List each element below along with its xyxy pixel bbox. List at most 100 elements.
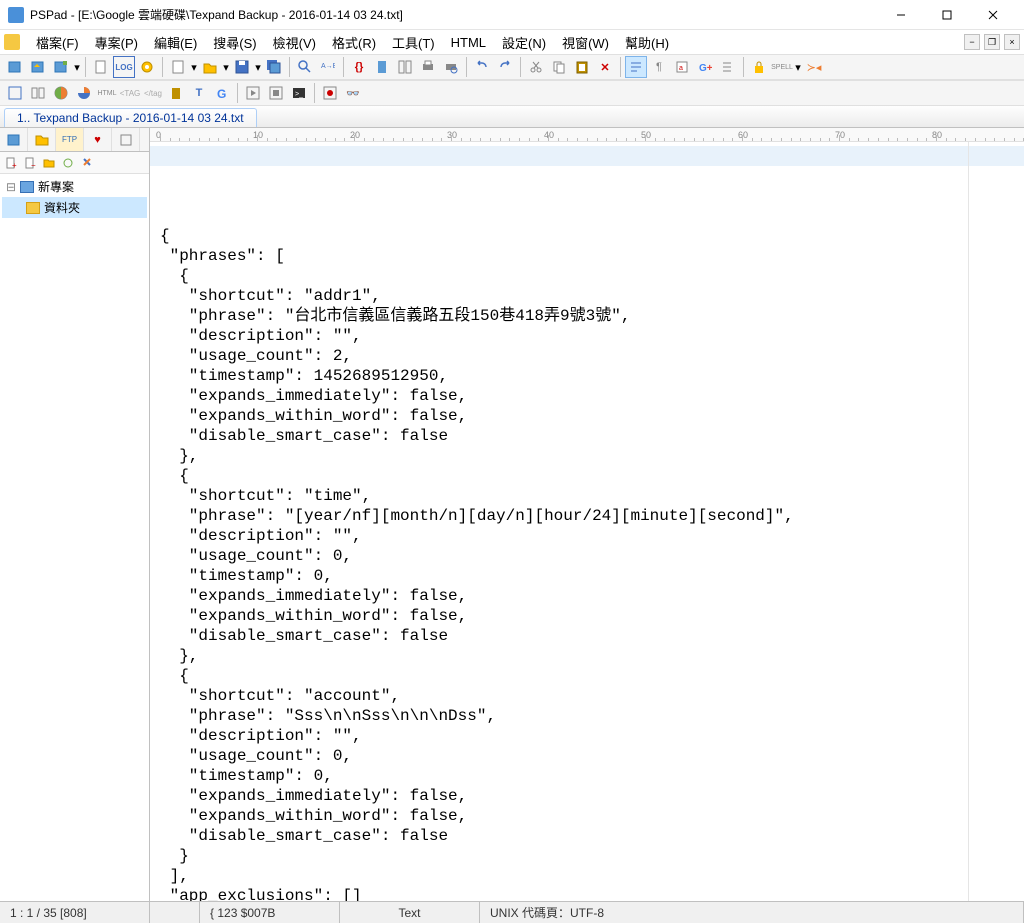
undo-icon[interactable]: [471, 56, 493, 78]
pilcrow-icon[interactable]: ¶: [648, 56, 670, 78]
menu-search[interactable]: 搜尋(S): [207, 31, 262, 54]
new-project-icon[interactable]: [4, 56, 26, 78]
brackets-icon[interactable]: {}: [348, 56, 370, 78]
titlebar: PSPad - [E:\Google 雲端硬碟\Texpand Backup -…: [0, 0, 1024, 30]
menu-window[interactable]: 視窗(W): [556, 31, 615, 54]
wordwrap-icon[interactable]: [625, 56, 647, 78]
tag-close-icon[interactable]: </tag: [142, 82, 164, 104]
main-toolbar: ▾ LOG ▾ ▾ ▾ A→B {} ✕ ¶ a G+ SPELL ▾ ≻◂: [0, 54, 1024, 80]
sidebar: FTP ♥ + − ⊟ 新專案 資料夾: [0, 128, 150, 901]
mdi-close-button[interactable]: ×: [1004, 34, 1020, 50]
menu-view[interactable]: 檢視(V): [267, 31, 322, 54]
tag-open-icon[interactable]: <TAG: [119, 82, 141, 104]
google-icon[interactable]: G+: [694, 56, 716, 78]
ruler: 01020304050607080: [150, 128, 1024, 142]
chart-icon[interactable]: [73, 82, 95, 104]
mdi-minimize-button[interactable]: −: [964, 34, 980, 50]
menu-project[interactable]: 專案(P): [89, 31, 144, 54]
menu-help[interactable]: 幫助(H): [619, 31, 675, 54]
print-preview-icon[interactable]: [440, 56, 462, 78]
save-icon[interactable]: [231, 56, 253, 78]
tree-project-root[interactable]: ⊟ 新專案: [2, 176, 147, 197]
settings-icon[interactable]: [136, 56, 158, 78]
remove-file-icon[interactable]: −: [21, 154, 39, 172]
tree-folder-item[interactable]: 資料夾: [2, 197, 147, 218]
sync-icon[interactable]: [59, 154, 77, 172]
fish-icon[interactable]: ≻◂: [803, 56, 825, 78]
sidebar-tab-favorites[interactable]: ♥: [84, 128, 112, 151]
replace-icon[interactable]: A→B: [317, 56, 339, 78]
new-doc-icon[interactable]: [167, 56, 189, 78]
spell-dropdown-icon[interactable]: ▾: [794, 56, 802, 78]
bookmark-icon[interactable]: [371, 56, 393, 78]
html-text-icon[interactable]: HTML: [96, 82, 118, 104]
doc-icon: [4, 34, 20, 50]
text-t-icon[interactable]: T: [188, 82, 210, 104]
document-tab[interactable]: 1.. Texpand Backup - 2016-01-14 03 24.tx…: [4, 108, 257, 127]
sidebar-tab-project[interactable]: [0, 128, 28, 151]
menubar: 檔案(F) 專案(P) 編輯(E) 搜尋(S) 檢視(V) 格式(R) 工具(T…: [0, 30, 1024, 54]
log-icon[interactable]: LOG: [113, 56, 135, 78]
code-editor[interactable]: { "phrases": [ { "shortcut": "addr1", "p…: [150, 142, 1024, 901]
record-icon[interactable]: [319, 82, 341, 104]
status-blank1: [150, 902, 200, 923]
add-file-icon[interactable]: +: [2, 154, 20, 172]
close-button[interactable]: [970, 0, 1016, 30]
add-folder-icon[interactable]: [40, 154, 58, 172]
minimize-button[interactable]: [878, 0, 924, 30]
new-doc-dropdown-icon[interactable]: ▾: [190, 56, 198, 78]
status-char: { 123 $007B: [200, 902, 340, 923]
glasses-icon[interactable]: 👓: [342, 82, 364, 104]
secondary-toolbar: HTML <TAG </tag T G >_ 👓: [0, 80, 1024, 106]
menu-edit[interactable]: 編輯(E): [148, 31, 203, 54]
tool-settings-icon[interactable]: [78, 154, 96, 172]
svg-text:G+: G+: [699, 63, 712, 74]
menu-settings[interactable]: 設定(N): [496, 31, 552, 54]
editor: 01020304050607080 { "phrases": [ { "shor…: [150, 128, 1024, 901]
sidebar-tab-new[interactable]: [112, 128, 140, 151]
clipboard-icon[interactable]: [165, 82, 187, 104]
delete-icon[interactable]: ✕: [594, 56, 616, 78]
text-diff-icon[interactable]: [27, 82, 49, 104]
menu-format[interactable]: 格式(R): [326, 31, 382, 54]
hex-icon[interactable]: [4, 82, 26, 104]
project-dropdown-icon[interactable]: ▾: [73, 56, 81, 78]
new-file-icon[interactable]: [90, 56, 112, 78]
copy-icon[interactable]: [548, 56, 570, 78]
menu-tools[interactable]: 工具(T): [386, 31, 441, 54]
window-title: PSPad - [E:\Google 雲端硬碟\Texpand Backup -…: [30, 6, 878, 23]
app-icon: [8, 7, 24, 23]
syntax-icon[interactable]: a: [671, 56, 693, 78]
line-numbers-icon[interactable]: [717, 56, 739, 78]
menu-html[interactable]: HTML: [445, 33, 492, 52]
play-icon[interactable]: [242, 82, 264, 104]
sidebar-tab-ftp[interactable]: FTP: [56, 128, 84, 151]
maximize-button[interactable]: [924, 0, 970, 30]
save-all-icon[interactable]: [263, 56, 285, 78]
open-project-icon[interactable]: [27, 56, 49, 78]
terminal-icon[interactable]: >_: [288, 82, 310, 104]
color-picker-icon[interactable]: [50, 82, 72, 104]
mdi-restore-button[interactable]: ❐: [984, 34, 1000, 50]
google-g-icon[interactable]: G: [211, 82, 233, 104]
redo-icon[interactable]: [494, 56, 516, 78]
cut-icon[interactable]: [525, 56, 547, 78]
status-position: 1 : 1 / 35 [808]: [0, 902, 150, 923]
document-tabs: 1.. Texpand Backup - 2016-01-14 03 24.tx…: [0, 106, 1024, 128]
save-project-icon[interactable]: [50, 56, 72, 78]
menu-file[interactable]: 檔案(F): [30, 31, 85, 54]
paste-icon[interactable]: [571, 56, 593, 78]
stop-record-icon[interactable]: [265, 82, 287, 104]
code-content: { "phrases": [ { "shortcut": "addr1", "p…: [160, 226, 1014, 901]
tree-folder-label: 資料夾: [44, 199, 80, 216]
open-icon[interactable]: [199, 56, 221, 78]
split-icon[interactable]: [394, 56, 416, 78]
project-tree[interactable]: ⊟ 新專案 資料夾: [0, 174, 149, 901]
open-dropdown-icon[interactable]: ▾: [222, 56, 230, 78]
sidebar-tab-folder[interactable]: [28, 128, 56, 151]
print-icon[interactable]: [417, 56, 439, 78]
lock-icon[interactable]: [748, 56, 770, 78]
save-dropdown-icon[interactable]: ▾: [254, 56, 262, 78]
spell-icon[interactable]: SPELL: [771, 56, 793, 78]
find-icon[interactable]: [294, 56, 316, 78]
